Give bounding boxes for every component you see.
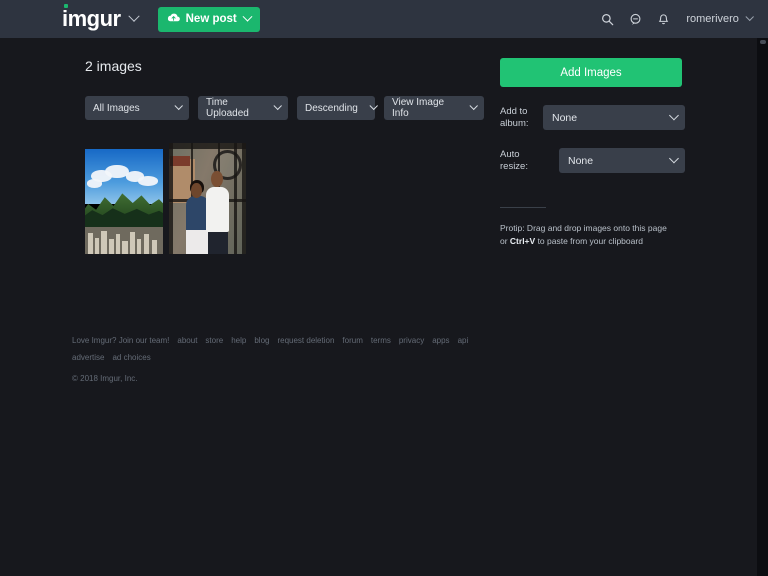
sort-field-filter[interactable]: Time Uploaded <box>198 96 288 120</box>
main-column: 2 images All Images Time Uploaded Descen… <box>85 58 485 120</box>
sort-direction-filter[interactable]: Descending <box>297 96 378 120</box>
footer-link-join-team[interactable]: Love Imgur? Join our team! <box>72 336 169 345</box>
image-type-filter[interactable]: All Images <box>85 96 189 120</box>
footer-link-apps[interactable]: apps <box>432 336 449 345</box>
username-label: romerivero <box>686 13 739 25</box>
protip-shortcut: Ctrl+V <box>509 236 536 247</box>
footer-link-about[interactable]: about <box>177 336 197 345</box>
auto-resize-select[interactable]: None <box>559 148 685 173</box>
scrollbar-track[interactable] <box>757 38 768 576</box>
footer-link-terms[interactable]: terms <box>371 336 391 345</box>
chevron-down-icon <box>745 12 754 22</box>
top-navigation-bar: imgur New post romerivero <box>0 0 768 38</box>
auto-resize-value: None <box>568 154 594 167</box>
add-images-button[interactable]: Add Images <box>500 58 682 87</box>
photo-person-right-head <box>211 170 223 188</box>
content-panel: 2 images All Images Time Uploaded Descen… <box>0 38 757 576</box>
footer-link-api[interactable]: api <box>458 336 469 345</box>
page-body: 2 images All Images Time Uploaded Descen… <box>0 38 768 576</box>
filter-bar: All Images Time Uploaded Descending View… <box>85 96 485 120</box>
footer-link-privacy[interactable]: privacy <box>399 336 424 345</box>
photo-person-right <box>205 187 230 232</box>
add-to-album-select[interactable]: None <box>543 105 685 130</box>
chevron-down-icon <box>668 153 679 163</box>
chevron-down-icon <box>668 110 679 120</box>
sidebar-divider <box>500 207 546 208</box>
imgur-logo[interactable]: imgur <box>62 4 121 31</box>
footer-link-ad-choices[interactable]: ad choices <box>112 353 150 362</box>
chevron-down-icon <box>273 101 282 111</box>
photo-person-left-skirt <box>185 229 210 254</box>
imgur-logo-text: imgur <box>62 6 121 31</box>
footer: Love Imgur? Join our team! about store h… <box>72 336 492 383</box>
notifications-bell-icon[interactable] <box>652 8 674 30</box>
footer-link-store[interactable]: store <box>205 336 223 345</box>
thumbnail-couple[interactable] <box>169 143 246 254</box>
footer-link-advertise[interactable]: advertise <box>72 353 104 362</box>
chevron-down-icon[interactable] <box>127 10 140 22</box>
sort-direction-filter-value: Descending <box>305 102 358 114</box>
protip-text: Protip: Drag and drop images onto this p… <box>500 222 675 248</box>
chevron-down-icon <box>469 101 478 111</box>
thumbnail-mountain-city[interactable] <box>85 149 163 254</box>
nav-right-group: romerivero <box>590 0 754 38</box>
footer-links: Love Imgur? Join our team! about store h… <box>72 336 492 362</box>
logo-dot <box>64 4 68 8</box>
footer-link-help[interactable]: help <box>231 336 246 345</box>
add-to-album-row: Add to album: None <box>500 105 685 130</box>
copyright-text: © 2018 Imgur, Inc. <box>72 374 138 383</box>
chevron-down-icon <box>369 101 378 111</box>
sort-field-filter-value: Time Uploaded <box>206 97 249 119</box>
view-mode-filter-value: View Image Info <box>392 97 445 119</box>
chevron-down-icon <box>242 11 253 22</box>
auto-resize-row: Auto resize: None <box>500 148 685 173</box>
chevron-down-icon <box>174 101 183 111</box>
view-mode-filter[interactable]: View Image Info <box>384 96 484 120</box>
new-post-label: New post <box>185 13 237 25</box>
upload-sidebar: Add Images Add to album: None Auto resiz… <box>500 58 685 248</box>
search-icon[interactable] <box>596 8 618 30</box>
new-post-button[interactable]: New post <box>157 6 260 32</box>
photo-cityscape <box>85 226 163 254</box>
chat-icon[interactable] <box>624 8 646 30</box>
footer-link-forum[interactable]: forum <box>342 336 362 345</box>
imgur-upload-page: imgur New post romerivero 2 images All I… <box>0 0 768 576</box>
image-type-filter-value: All Images <box>93 102 140 114</box>
add-to-album-label: Add to album: <box>500 105 529 129</box>
protip-suffix: to paste from your clipboard <box>535 236 643 247</box>
add-to-album-value: None <box>552 111 578 124</box>
cloud-upload-icon <box>167 10 180 28</box>
footer-link-request-deletion[interactable]: request deletion <box>277 336 334 345</box>
user-menu[interactable]: romerivero <box>686 12 754 25</box>
footer-link-blog[interactable]: blog <box>254 336 269 345</box>
auto-resize-label: Auto resize: <box>500 148 528 172</box>
nav-left-group: imgur New post <box>62 4 260 32</box>
page-title: 2 images <box>85 58 142 74</box>
image-grid <box>85 143 246 254</box>
scrollbar-thumb[interactable] <box>760 40 766 44</box>
